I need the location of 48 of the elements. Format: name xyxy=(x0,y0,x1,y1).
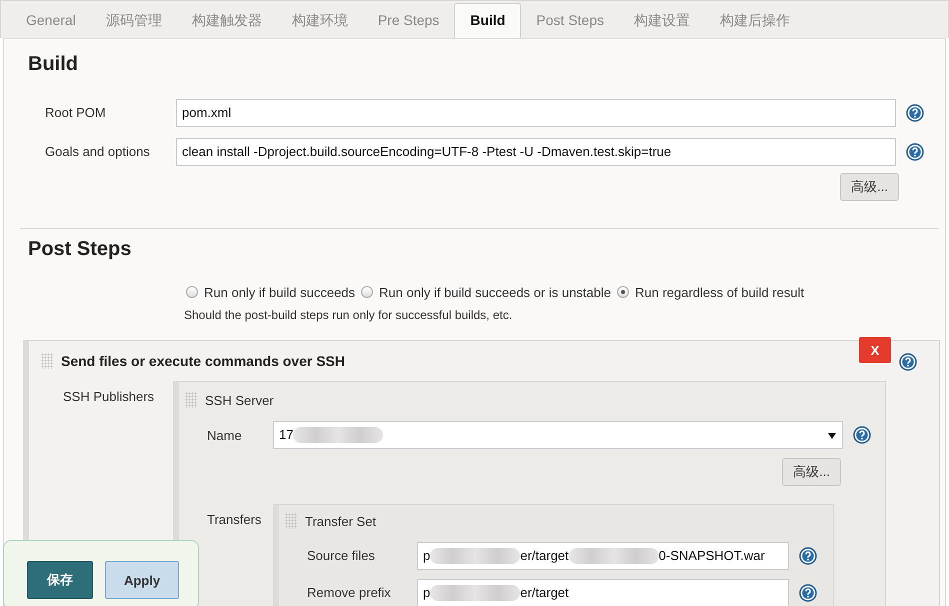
tab[interactable]: Post Steps xyxy=(521,5,619,35)
tab[interactable]: 构建后操作 xyxy=(705,5,805,35)
panel-title: Transfer Set xyxy=(305,514,376,528)
panel-title: SSH Server xyxy=(205,392,274,408)
dropdown-caret-icon xyxy=(828,433,836,439)
field-label: Name xyxy=(206,428,243,442)
field-label: SSH Publishers xyxy=(63,388,156,404)
help-icon[interactable] xyxy=(899,353,917,371)
drag-handle-icon[interactable] xyxy=(41,353,53,369)
help-text: Should the post-build steps run only for successful builds, etc. xyxy=(183,308,514,324)
tab[interactable]: 源码管理 xyxy=(90,5,177,35)
tab[interactable]: General xyxy=(11,5,91,35)
help-icon[interactable] xyxy=(799,546,817,564)
radio-label: Run regardless of build result xyxy=(635,284,804,300)
section-heading: Build xyxy=(27,52,79,77)
drag-handle-icon[interactable] xyxy=(285,513,297,529)
radio-button[interactable] xyxy=(186,286,198,298)
help-icon[interactable] xyxy=(799,584,817,602)
field-label: Goals and options xyxy=(44,144,151,159)
advanced-button[interactable]: 高级... xyxy=(782,458,841,486)
help-icon[interactable] xyxy=(853,426,871,444)
radio-label: Run only if build succeeds xyxy=(204,284,356,300)
field-label: Source files xyxy=(306,548,376,563)
delete-button[interactable]: X xyxy=(859,337,891,363)
field-label: Transfers xyxy=(206,511,262,527)
input-field[interactable]: p er/target 0-SNAPSHOT.war xyxy=(417,542,789,570)
radio-label: Run only if build succeeds or is unstable xyxy=(379,284,611,300)
server-select[interactable]: 17 xyxy=(273,421,843,449)
help-icon[interactable] xyxy=(906,142,924,160)
input-field[interactable]: p er/target xyxy=(417,578,789,606)
field-label: Root POM xyxy=(44,105,107,120)
radio-button[interactable] xyxy=(361,286,374,298)
drag-handle-icon[interactable] xyxy=(185,392,197,408)
tab[interactable]: Build xyxy=(454,3,522,38)
tab[interactable]: Pre Steps xyxy=(362,5,454,35)
field-label: Remove prefix xyxy=(306,585,392,600)
advanced-button[interactable]: 高级... xyxy=(840,173,899,201)
apply-button[interactable]: Apply xyxy=(105,561,179,599)
tab[interactable]: 构建设置 xyxy=(619,5,705,35)
step-title: Send files or execute commands over SSH xyxy=(61,353,345,369)
input-field[interactable]: clean install -Dproject.build.sourceEncoding=UTF-8 -Ptest -U -Dmaven.test.skip=true xyxy=(176,138,896,166)
section-heading: Post Steps xyxy=(27,237,132,262)
tab[interactable]: 构建触发器 xyxy=(176,5,277,35)
input-field[interactable]: pom.xml xyxy=(176,98,896,126)
help-icon[interactable] xyxy=(906,104,924,122)
save-button[interactable]: 保存 xyxy=(27,561,93,599)
radio-button[interactable] xyxy=(617,286,629,298)
tab[interactable]: 构建环境 xyxy=(276,5,363,35)
